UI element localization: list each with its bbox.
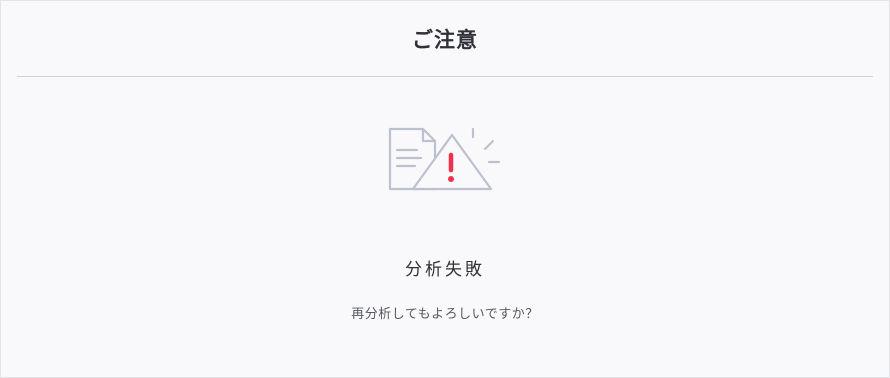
dialog-header: ご注意 (17, 1, 873, 77)
confirmation-message: 再分析してもよろしいですか？ (351, 307, 539, 322)
status-title: 分析失敗 (405, 260, 485, 280)
dialog-title: ご注意 (412, 27, 478, 52)
document-warning-icon (387, 125, 507, 195)
alert-dialog: ご注意 分析失敗 再分析してもよろしいですか？ (0, 0, 890, 378)
